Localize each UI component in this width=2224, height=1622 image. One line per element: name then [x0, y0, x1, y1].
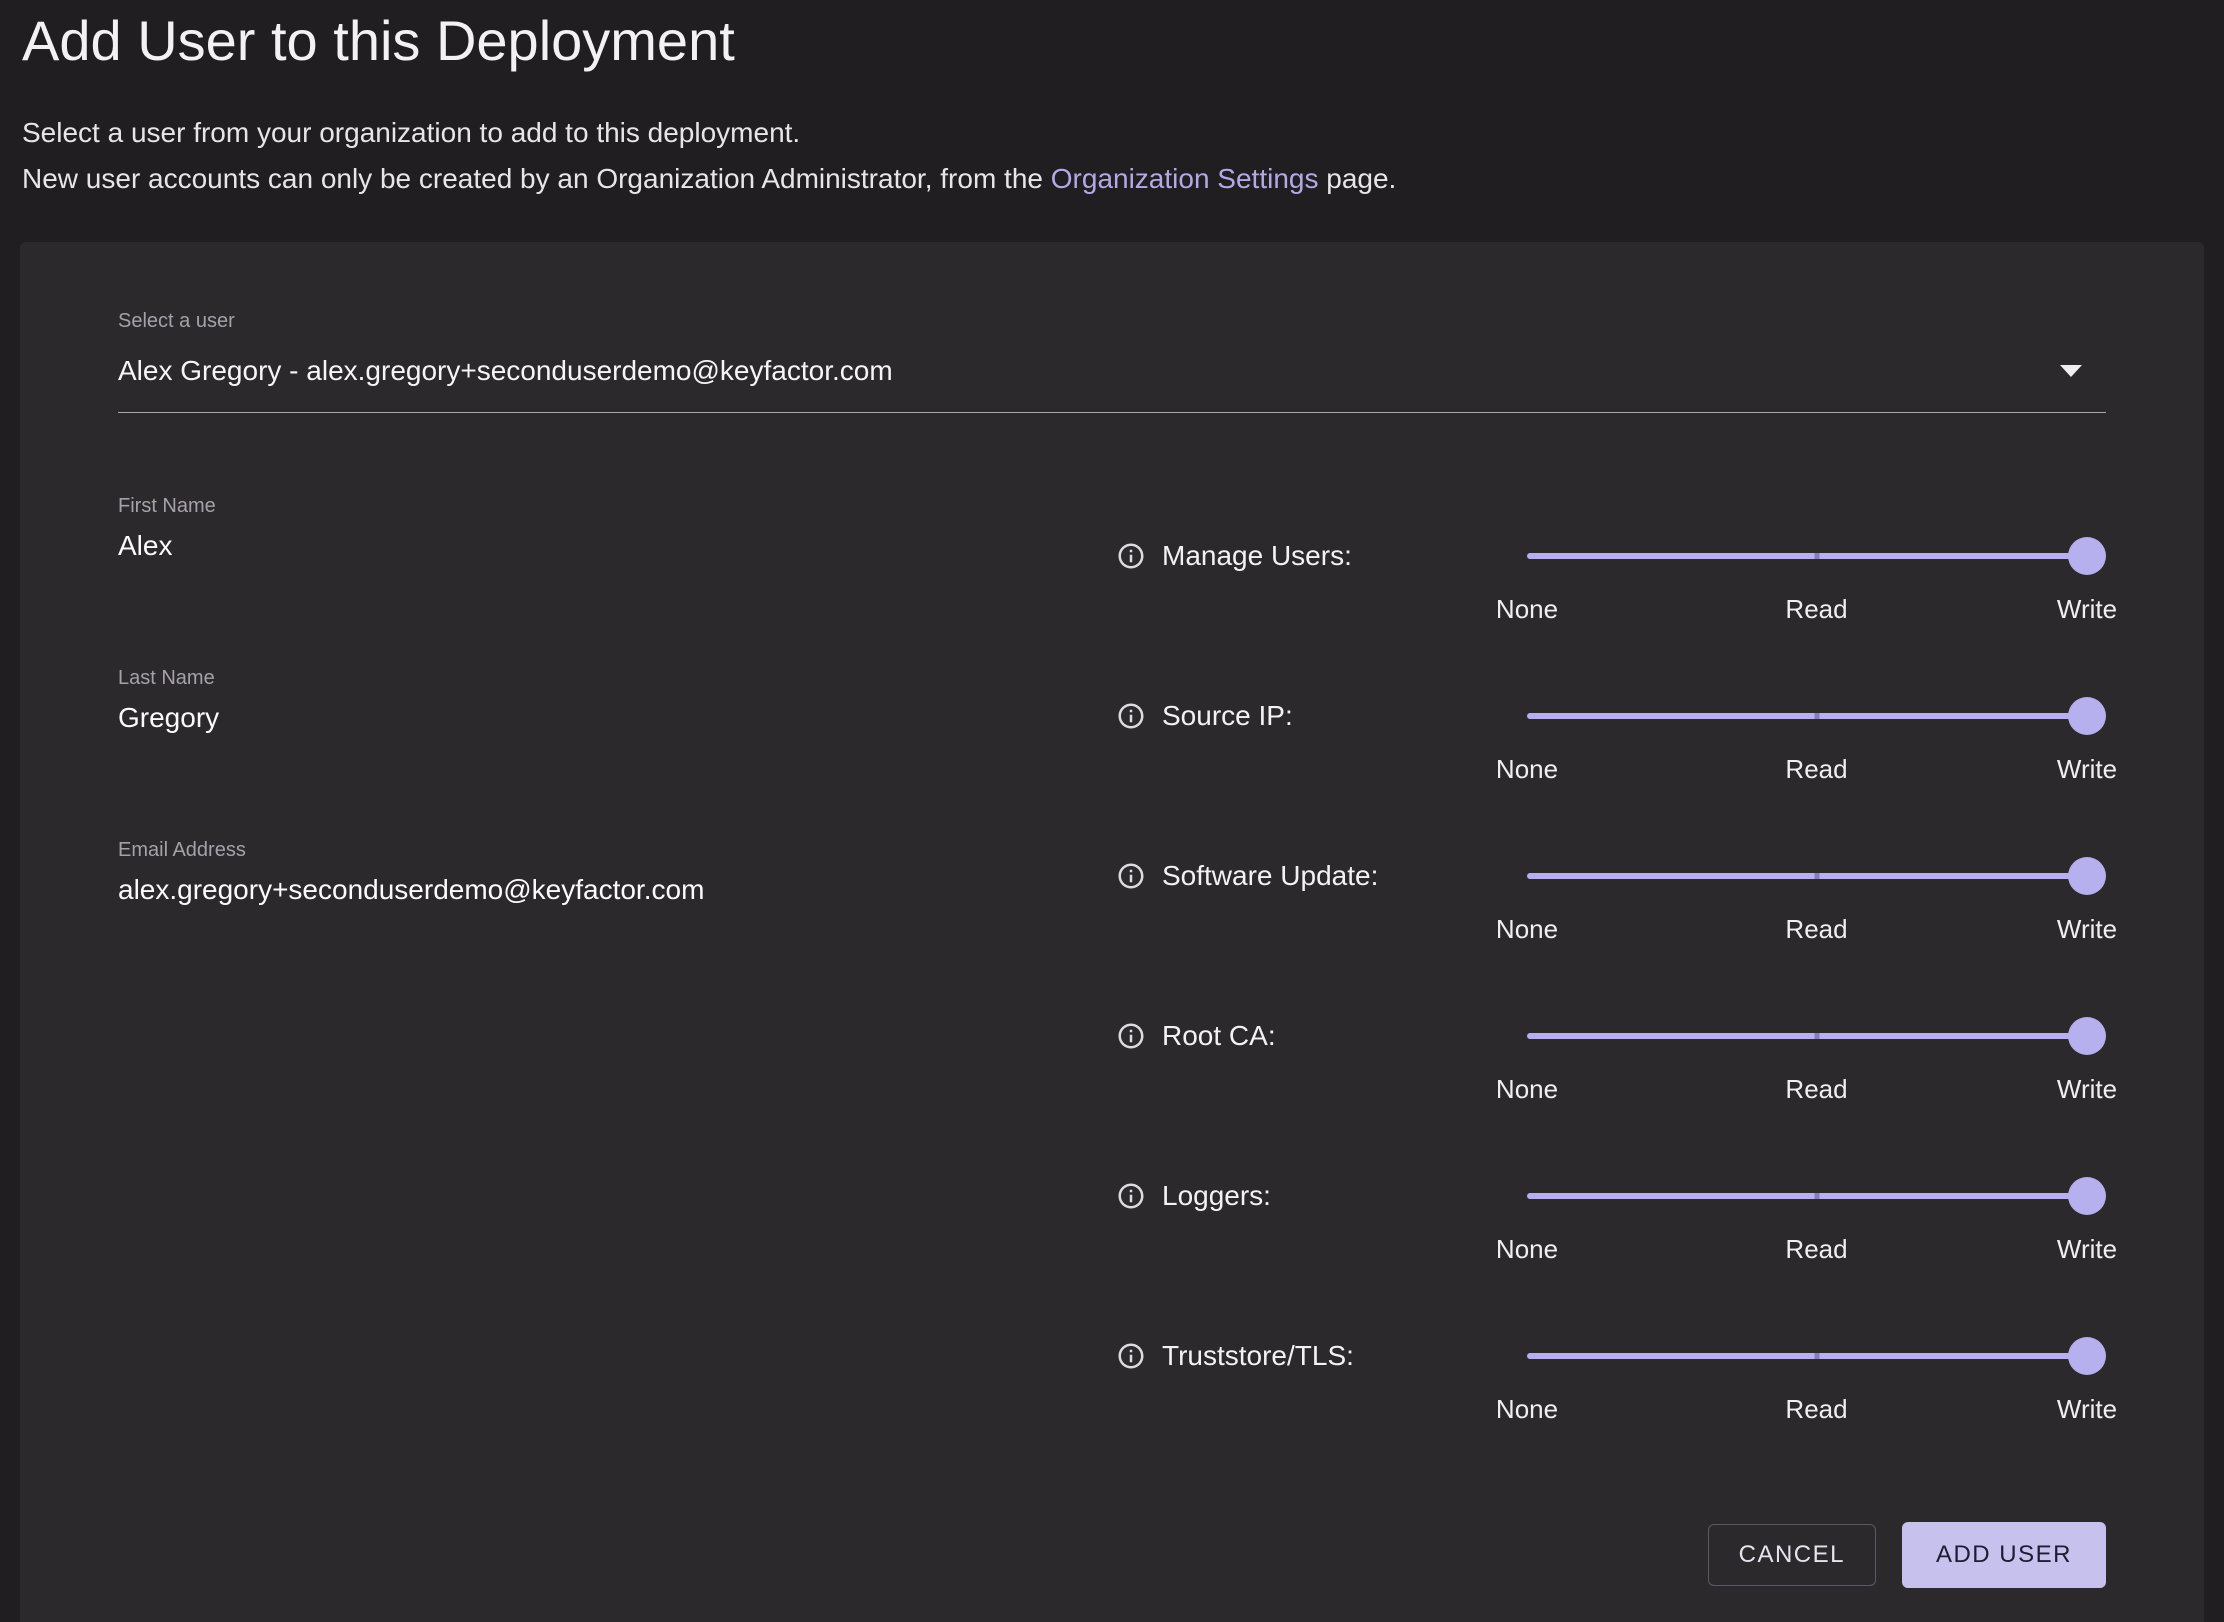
email-address-field: Email Address alex.gregory+seconduserdem…	[118, 837, 1116, 907]
permission-row-root-ca: Root CA: None Read Write	[1116, 1017, 2106, 1103]
slider-tick-mark	[1814, 1033, 1819, 1039]
permission-label-wrap: Manage Users:	[1116, 537, 1527, 575]
add-user-button[interactable]: ADD USER	[1902, 1522, 2106, 1588]
card-body: First Name Alex Last Name Gregory Email …	[118, 493, 2106, 1497]
info-icon[interactable]	[1116, 701, 1146, 731]
source-ip-slider[interactable]: None Read Write	[1527, 697, 2106, 783]
tick-label-write: Write	[2057, 1074, 2117, 1105]
permission-label: Software Update:	[1162, 860, 1378, 892]
slider-thumb[interactable]	[2068, 1337, 2106, 1375]
info-icon[interactable]	[1116, 1341, 1146, 1371]
last-name-label: Last Name	[118, 665, 1116, 691]
tick-label-write: Write	[2057, 1394, 2117, 1425]
permission-row-manage-users: Manage Users: None Read Write	[1116, 537, 2106, 623]
permission-row-truststore-tls: Truststore/TLS: None Read Write	[1116, 1337, 2106, 1423]
add-user-dialog: Add User to this Deployment Select a use…	[0, 0, 2224, 1622]
tick-label-write: Write	[2057, 914, 2117, 945]
slider-thumb[interactable]	[2068, 857, 2106, 895]
tick-label-read: Read	[1785, 1074, 1847, 1105]
description-line-2-prefix: New user accounts can only be created by…	[22, 163, 1051, 194]
tick-label-read: Read	[1785, 754, 1847, 785]
slider-thumb[interactable]	[2068, 697, 2106, 735]
cancel-button[interactable]: CANCEL	[1708, 1524, 1876, 1586]
description-line-2: New user accounts can only be created by…	[22, 156, 2196, 202]
chevron-down-icon	[2060, 365, 2082, 377]
permission-row-software-update: Software Update: None Read Write	[1116, 857, 2106, 943]
slider-tick-mark	[1814, 1353, 1819, 1359]
tick-label-none: None	[1496, 914, 1558, 945]
slider-labels: None Read Write	[1527, 594, 2106, 624]
info-icon[interactable]	[1116, 861, 1146, 891]
permission-row-source-ip: Source IP: None Read Write	[1116, 697, 2106, 783]
user-select-label: Select a user	[118, 308, 2106, 334]
first-name-value: Alex	[118, 529, 1116, 563]
permission-label-wrap: Loggers:	[1116, 1177, 1527, 1215]
tick-label-none: None	[1496, 1394, 1558, 1425]
tick-label-none: None	[1496, 754, 1558, 785]
permission-label-wrap: Root CA:	[1116, 1017, 1527, 1055]
tick-label-none: None	[1496, 594, 1558, 625]
tick-label-read: Read	[1785, 1234, 1847, 1265]
email-address-label: Email Address	[118, 837, 1116, 863]
tick-label-read: Read	[1785, 914, 1847, 945]
permission-label: Source IP:	[1162, 700, 1293, 732]
add-user-card: Select a user Alex Gregory - alex.gregor…	[20, 242, 2204, 1622]
info-icon[interactable]	[1116, 541, 1146, 571]
info-icon[interactable]	[1116, 1021, 1146, 1051]
permission-label: Manage Users:	[1162, 540, 1352, 572]
slider-thumb[interactable]	[2068, 537, 2106, 575]
email-address-value: alex.gregory+seconduserdemo@keyfactor.co…	[118, 873, 1116, 907]
organization-settings-link[interactable]: Organization Settings	[1051, 163, 1319, 194]
slider-labels: None Read Write	[1527, 914, 2106, 944]
tick-label-write: Write	[2057, 594, 2117, 625]
tick-label-write: Write	[2057, 1234, 2117, 1265]
user-select-dropdown[interactable]: Alex Gregory - alex.gregory+seconduserde…	[118, 350, 2106, 413]
last-name-field: Last Name Gregory	[118, 665, 1116, 735]
permissions-column: Manage Users: None Read Write	[1116, 493, 2106, 1497]
tick-label-read: Read	[1785, 1394, 1847, 1425]
slider-thumb[interactable]	[2068, 1017, 2106, 1055]
user-select-group: Select a user Alex Gregory - alex.gregor…	[118, 308, 2106, 413]
page-title: Add User to this Deployment	[22, 6, 2196, 76]
permission-label-wrap: Source IP:	[1116, 697, 1527, 735]
software-update-slider[interactable]: None Read Write	[1527, 857, 2106, 943]
truststore-tls-slider[interactable]: None Read Write	[1527, 1337, 2106, 1423]
slider-tick-mark	[1814, 1193, 1819, 1199]
tick-label-read: Read	[1785, 594, 1847, 625]
slider-tick-mark	[1814, 873, 1819, 879]
dialog-header: Add User to this Deployment Select a use…	[0, 0, 2224, 202]
first-name-label: First Name	[118, 493, 1116, 519]
permission-label: Loggers:	[1162, 1180, 1271, 1212]
slider-labels: None Read Write	[1527, 754, 2106, 784]
permission-row-loggers: Loggers: None Read Write	[1116, 1177, 2106, 1263]
slider-labels: None Read Write	[1527, 1234, 2106, 1264]
tick-label-write: Write	[2057, 754, 2117, 785]
permission-label: Truststore/TLS:	[1162, 1340, 1354, 1372]
info-icon[interactable]	[1116, 1181, 1146, 1211]
permission-label-wrap: Software Update:	[1116, 857, 1527, 895]
loggers-slider[interactable]: None Read Write	[1527, 1177, 2106, 1263]
dialog-description: Select a user from your organization to …	[22, 110, 2196, 202]
description-line-1: Select a user from your organization to …	[22, 110, 2196, 156]
tick-label-none: None	[1496, 1074, 1558, 1105]
last-name-value: Gregory	[118, 701, 1116, 735]
first-name-field: First Name Alex	[118, 493, 1116, 563]
slider-thumb[interactable]	[2068, 1177, 2106, 1215]
slider-labels: None Read Write	[1527, 1394, 2106, 1424]
permission-label: Root CA:	[1162, 1020, 1276, 1052]
permission-label-wrap: Truststore/TLS:	[1116, 1337, 1527, 1375]
user-details-column: First Name Alex Last Name Gregory Email …	[118, 493, 1116, 1009]
slider-labels: None Read Write	[1527, 1074, 2106, 1104]
description-line-2-suffix: page.	[1318, 163, 1396, 194]
dialog-actions: CANCEL ADD USER	[118, 1522, 2106, 1588]
root-ca-slider[interactable]: None Read Write	[1527, 1017, 2106, 1103]
slider-tick-mark	[1814, 553, 1819, 559]
manage-users-slider[interactable]: None Read Write	[1527, 537, 2106, 623]
user-select-value: Alex Gregory - alex.gregory+seconduserde…	[118, 350, 893, 392]
tick-label-none: None	[1496, 1234, 1558, 1265]
slider-tick-mark	[1814, 713, 1819, 719]
